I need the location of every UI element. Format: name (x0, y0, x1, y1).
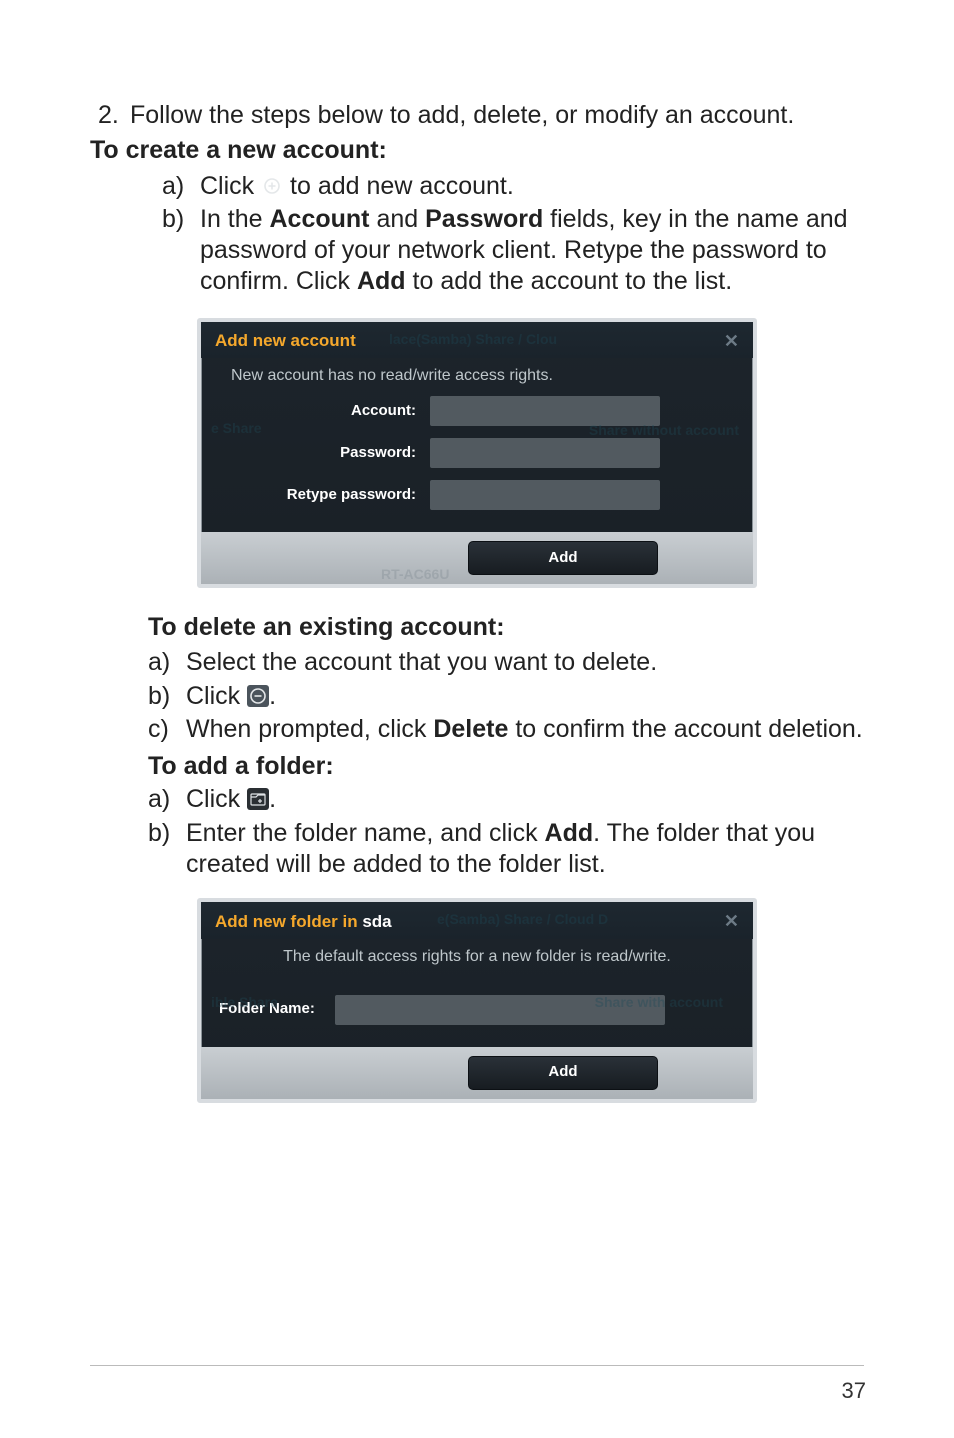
page-number: 37 (842, 1377, 866, 1405)
t: to confirm the account deletion. (508, 715, 862, 743)
create-a-label: a) (162, 171, 200, 202)
create-a-post: to add new account. (283, 172, 514, 200)
dialog2-form: Folder Name: (201, 977, 753, 1047)
account-input[interactable] (430, 396, 660, 426)
heading-delete-account: To delete an existing account: (148, 612, 864, 643)
bold-account: Account (270, 205, 370, 233)
dialog-desc: New account has no read/write access rig… (201, 358, 753, 396)
addfolder-a: a) Click . (148, 784, 864, 815)
add-button[interactable]: Add (468, 1056, 658, 1090)
lbl: b) (148, 818, 186, 881)
password-input[interactable] (430, 438, 660, 468)
t: Click (186, 785, 247, 813)
footer-divider (90, 1365, 864, 1366)
t: Add new folder in (215, 912, 362, 931)
remove-account-icon (247, 685, 269, 707)
create-b-label: b) (162, 204, 200, 298)
t: Enter the folder name, and click (186, 819, 545, 847)
close-icon[interactable]: ✕ (724, 910, 739, 933)
add-button[interactable]: Add (468, 541, 658, 575)
t: When prompted, click (186, 715, 433, 743)
create-sub-b: b) In the Account and Password fields, k… (162, 204, 864, 298)
create-b-text: In the Account and Password fields, key … (200, 204, 864, 298)
delete-a-text: Select the account that you want to dele… (186, 647, 864, 678)
delete-c: c) When prompted, click Delete to confir… (148, 714, 864, 745)
t: Click (186, 682, 247, 710)
bold-add: Add (357, 267, 406, 295)
dialog-title-text: Add new account (215, 330, 356, 351)
lbl: a) (148, 784, 186, 815)
folder-name-label: Folder Name: (215, 1000, 335, 1019)
delete-c-text: When prompted, click Delete to confirm t… (186, 714, 864, 745)
t: and (370, 205, 426, 233)
step-2-text: Follow the steps below to add, delete, o… (130, 100, 794, 131)
delete-a: a) Select the account that you want to d… (148, 647, 864, 678)
create-a-pre: Click (200, 172, 261, 200)
ghost-text: RT-AC66U (381, 566, 449, 584)
bold-add2: Add (545, 819, 594, 847)
dialog-title-bar: Add new account ✕ (201, 322, 753, 359)
t: . (269, 785, 276, 813)
lbl: c) (148, 714, 186, 745)
add-folder-icon (247, 788, 269, 810)
add-folder-dialog: Add new folder in sda ✕ e(Samba) Share /… (197, 898, 757, 1103)
lbl: a) (148, 647, 186, 678)
dialog2-desc: The default access rights for a new fold… (201, 939, 753, 977)
password-field-label: Password: (215, 444, 430, 463)
addfolder-b-text: Enter the folder name, and click Add. Th… (186, 818, 864, 881)
account-field-label: Account: (215, 402, 430, 421)
device-name: sda (362, 912, 391, 931)
step-2: 2. Follow the steps below to add, delete… (98, 100, 864, 131)
heading-add-folder: To add a folder: (148, 751, 864, 782)
delete-b: b) Click . (148, 681, 864, 712)
create-sub-a: a) Click to add new account. (162, 171, 864, 202)
retype-field-label: Retype password: (215, 486, 430, 505)
add-account-dialog: Add new account ✕ lace(Samba) Share / Cl… (197, 318, 757, 589)
t: . (269, 682, 276, 710)
dialog2-footer: Add (201, 1047, 753, 1099)
heading-create-account: To create a new account: (90, 135, 864, 166)
dialog-footer: RT-AC66U Add (201, 532, 753, 584)
t: In the (200, 205, 270, 233)
retype-password-input[interactable] (430, 480, 660, 510)
addfolder-b: b) Enter the folder name, and click Add.… (148, 818, 864, 881)
folder-name-input[interactable] (335, 995, 665, 1025)
step-2-num: 2. (98, 100, 130, 131)
dialog2-title-bar: Add new folder in sda ✕ (201, 902, 753, 939)
dialog-form: Account: Password: Retype password: (201, 396, 753, 532)
t: to add the account to the list. (406, 267, 733, 295)
lbl: b) (148, 681, 186, 712)
delete-b-text: Click . (186, 681, 864, 712)
create-a-text: Click to add new account. (200, 171, 864, 202)
bold-delete: Delete (433, 715, 508, 743)
dialog2-title-text: Add new folder in sda (215, 911, 392, 932)
add-account-icon (261, 174, 283, 196)
close-icon[interactable]: ✕ (724, 330, 739, 353)
addfolder-a-text: Click . (186, 784, 864, 815)
bold-password: Password (425, 205, 543, 233)
